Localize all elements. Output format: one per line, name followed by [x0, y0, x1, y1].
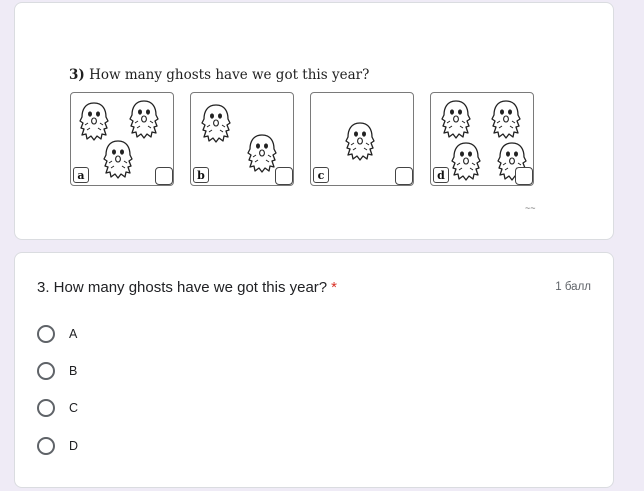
radio-button[interactable] [37, 437, 55, 455]
ghost-box-c: c [310, 92, 414, 186]
box-letter-b: b [193, 167, 209, 183]
image-question-title: 3) How many ghosts have we got this year… [69, 67, 370, 83]
ghost-icon [127, 99, 161, 139]
box-letter-a: a [73, 167, 89, 183]
option-label: A [69, 327, 78, 341]
box-letter-d: d [433, 167, 449, 183]
box-letter-c: c [313, 167, 329, 183]
option-b[interactable]: B [37, 362, 77, 380]
box-checkbox [275, 167, 293, 185]
ghost-icon [343, 121, 377, 161]
option-d[interactable]: D [37, 437, 78, 455]
ghost-icon [245, 133, 279, 173]
radio-button[interactable] [37, 325, 55, 343]
ghost-box-b: b [190, 92, 294, 186]
option-label: B [69, 364, 78, 378]
option-c[interactable]: C [37, 399, 78, 417]
box-checkbox [515, 167, 533, 185]
ghost-box-a: a [70, 92, 174, 186]
option-label: D [69, 439, 79, 453]
option-a[interactable]: A [37, 325, 77, 343]
ghost-icon [101, 139, 135, 179]
question-image-card: 3) How many ghosts have we got this year… [14, 2, 614, 240]
question-points: 1 балл [555, 281, 591, 293]
ghost-icon [489, 99, 523, 139]
ghost-box-d: d [430, 92, 534, 186]
option-label: C [69, 401, 79, 415]
required-asterisk: * [331, 279, 337, 296]
ghost-icon [77, 101, 111, 141]
ghost-icon [449, 141, 483, 181]
box-checkbox [155, 167, 173, 185]
question-title: 3. How many ghosts have we got this year… [37, 279, 337, 296]
box-checkbox [395, 167, 413, 185]
radio-button[interactable] [37, 399, 55, 417]
question-card: 3. How many ghosts have we got this year… [14, 252, 614, 488]
ghost-icon [199, 103, 233, 143]
ghost-icon [439, 99, 473, 139]
radio-button[interactable] [37, 362, 55, 380]
image-marks: ~~ [525, 203, 536, 213]
